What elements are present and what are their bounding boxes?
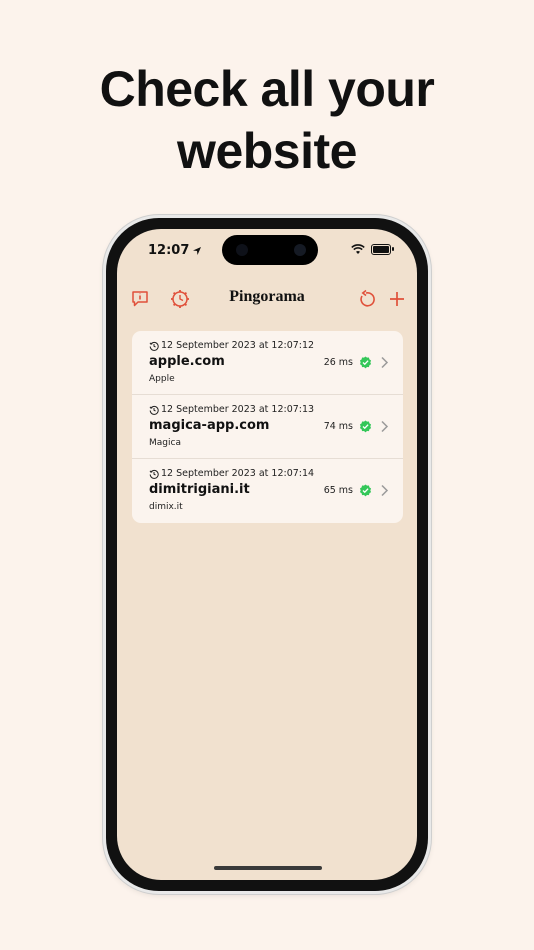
check-seal-icon <box>359 420 372 433</box>
home-indicator[interactable] <box>214 866 322 870</box>
status-time: 12:07 <box>148 243 202 258</box>
latency-value: 26 ms <box>323 357 353 368</box>
headline-line-2: website <box>177 123 357 179</box>
status-indicators <box>351 244 394 255</box>
front-camera <box>294 244 306 256</box>
chevron-right-icon <box>381 420 389 433</box>
website-host: magica-app.com <box>149 418 270 433</box>
website-host: apple.com <box>149 354 225 369</box>
history-clock-icon <box>149 405 159 415</box>
latency-value: 74 ms <box>323 421 353 432</box>
wifi-icon <box>351 244 365 254</box>
website-host: dimitrigiani.it <box>149 482 250 497</box>
website-name: Apple <box>149 374 175 384</box>
sensor <box>236 244 248 256</box>
location-arrow-icon <box>193 246 202 255</box>
plus-icon[interactable] <box>387 289 407 309</box>
website-row[interactable]: 12 September 2023 at 12:07:14 dimitrigia… <box>132 459 403 523</box>
check-seal-icon <box>359 484 372 497</box>
marketing-headline: Check all your website <box>0 58 534 182</box>
website-list: 12 September 2023 at 12:07:12 apple.com … <box>132 331 403 523</box>
last-check-date: 12 September 2023 at 12:07:13 <box>149 404 314 415</box>
website-name: dimix.it <box>149 502 183 512</box>
phone-screen: 12:07 Pingorama 12 September 2023 at 12:… <box>117 229 417 880</box>
latency-value: 65 ms <box>323 485 353 496</box>
website-row[interactable]: 12 September 2023 at 12:07:13 magica-app… <box>132 395 403 459</box>
website-row[interactable]: 12 September 2023 at 12:07:12 apple.com … <box>132 331 403 395</box>
chevron-right-icon <box>381 356 389 369</box>
last-check-date: 12 September 2023 at 12:07:12 <box>149 340 314 351</box>
navigation-bar: Pingorama <box>117 285 417 315</box>
headline-line-1: Check all your <box>99 61 435 117</box>
last-check-date: 12 September 2023 at 12:07:14 <box>149 468 314 479</box>
history-clock-icon <box>149 341 159 351</box>
phone-frame: 12:07 Pingorama 12 September 2023 at 12:… <box>103 215 431 894</box>
check-seal-icon <box>359 356 372 369</box>
refresh-icon[interactable] <box>357 289 377 309</box>
history-clock-icon <box>149 469 159 479</box>
website-name: Magica <box>149 438 181 448</box>
chevron-right-icon <box>381 484 389 497</box>
dynamic-island <box>222 235 318 265</box>
battery-icon <box>371 244 394 255</box>
